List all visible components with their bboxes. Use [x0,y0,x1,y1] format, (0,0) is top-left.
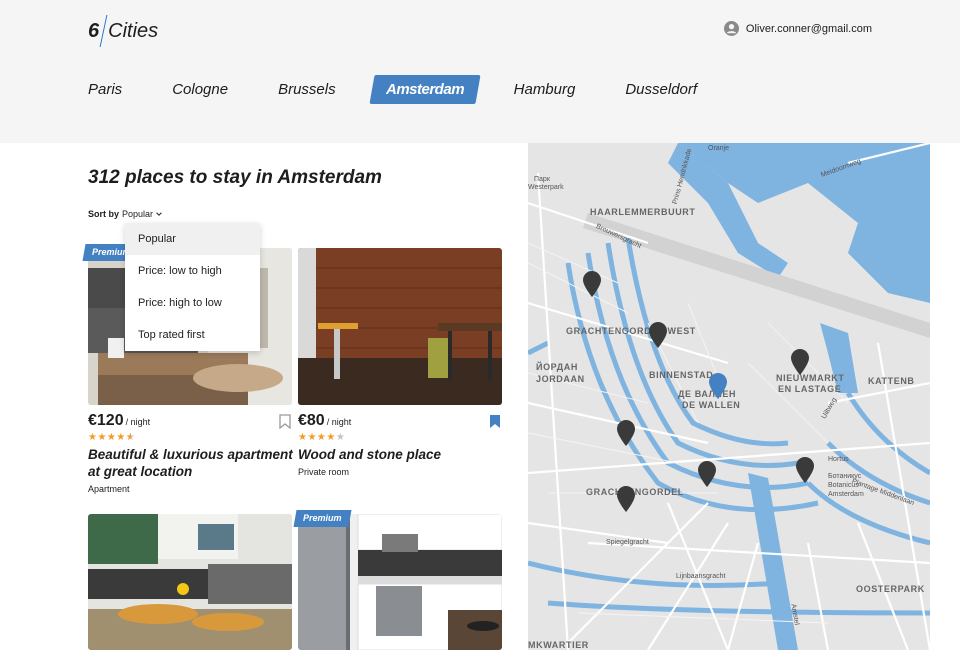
tab-label: Paris [88,80,123,98]
user-email: Oliver.conner@gmail.com [745,22,872,35]
sort-dropdown: Popular Price: low to high Price: high t… [125,223,260,351]
map-pin-icon[interactable] [583,271,601,297]
map-label: GRACHTENGORDEL-WEST [566,326,696,336]
logo-text: Cities [108,19,159,42]
map-label: BINNENSTAD [649,370,714,380]
sort-select[interactable]: Popular [122,209,163,219]
tab-label: Hamburg [513,80,576,98]
header: 6 Cities Oliver.conner@gmail.com Paris C… [0,0,960,143]
tab-label: Cologne [172,80,229,98]
map-label: HAARLEMMERBUURT [590,207,696,217]
map-label: Oranje [708,145,730,152]
map-label: NIEUWMARKT [776,373,845,383]
card-price: €80/ night [298,412,351,430]
user-profile[interactable]: Oliver.conner@gmail.com [723,21,872,36]
lounge-photo [88,514,292,650]
map-pin-icon[interactable] [791,349,809,375]
places-title: 312 places to stay in Amsterdam [88,167,382,188]
map-label: JORDAAN [536,374,585,384]
premium-badge: Premium [293,510,352,527]
user-avatar-icon [723,21,739,36]
tab-label: Dusseldorf [625,80,698,98]
rating-stars: ★★★★★★ [88,432,136,443]
map-label: Lijnbaansgracht [676,573,726,580]
sort-label: Sort by [88,209,120,219]
card-title[interactable]: Beautiful & luxurious apartment at great… [88,446,293,480]
price-value: €80 [298,412,325,429]
logo-slash [99,15,108,47]
sort-option-price-low[interactable]: Price: low to high [125,255,260,287]
logo-number: 6 [88,19,100,42]
map-label: Amsterdam [828,491,864,498]
tab-label: Amsterdam [385,80,464,98]
sort-value: Popular [122,209,154,219]
brick-room-photo [298,248,502,405]
map-pin-icon[interactable] [796,457,814,483]
rating-stars: ★★★★★ [298,432,346,443]
map-label: MKWARTIER [528,640,589,650]
tab-label: Brussels [278,80,336,98]
chevron-down-icon [156,212,162,216]
tab-brussels[interactable]: Brussels [278,75,336,104]
map-label: Westerpark [528,184,564,191]
map-pin-icon[interactable] [649,322,667,348]
card-title[interactable]: Wood and stone place [298,446,503,463]
map-label: Spiegelgracht [606,539,649,546]
kitchen-photo [298,514,502,650]
map-label: EN LASTAGE [778,384,842,394]
map-label: DE WALLEN [682,400,741,410]
tab-amsterdam[interactable]: Amsterdam [369,74,481,104]
map-label: ЙОРДАН [536,362,578,372]
tab-cologne[interactable]: Cologne [172,75,228,104]
map-pin-active-icon[interactable] [709,373,727,399]
map-label: OOSTERPARK [856,584,925,594]
map[interactable]: HAARLEMMERBUURT GRACHTENGORDEL-WEST ЙОРД… [528,143,930,650]
price-suffix: / night [326,417,352,427]
place-image[interactable] [298,248,502,405]
map-pin-icon[interactable] [617,420,635,446]
bookmark-icon[interactable] [279,414,291,429]
map-label: Парк [534,176,550,183]
tab-hamburg[interactable]: Hamburg [514,75,576,104]
map-label: ДЕ ВАЛЛЕН [678,389,737,399]
map-label: KATTENB [868,376,915,386]
map-label: Botanicus [828,482,859,489]
place-image[interactable] [88,514,292,650]
sort-control: Sort by Popular [88,209,163,219]
card-type: Apartment [88,484,130,494]
tab-dusseldorf[interactable]: Dusseldorf [625,75,697,104]
bookmark-active-icon[interactable] [489,414,501,429]
map-label: Hortus [828,456,849,463]
tab-paris[interactable]: Paris [88,75,122,104]
place-image[interactable] [298,514,502,650]
sort-option-price-high[interactable]: Price: high to low [125,287,260,319]
card-type: Private room [298,467,350,477]
sort-option-popular[interactable]: Popular [125,223,260,255]
price-value: €120 [88,412,124,429]
sort-option-top-rated[interactable]: Top rated first [125,319,260,351]
map-label: Ботаникус [828,473,862,480]
premium-label: Premium [303,513,342,523]
map-pin-icon[interactable] [617,486,635,512]
city-tabs: Paris Cologne Brussels Amsterdam Hamburg… [88,74,747,104]
map-pin-icon[interactable] [698,461,716,487]
card-price: €120/ night [88,412,150,430]
logo[interactable]: 6 Cities [88,14,158,48]
price-suffix: / night [125,417,151,427]
